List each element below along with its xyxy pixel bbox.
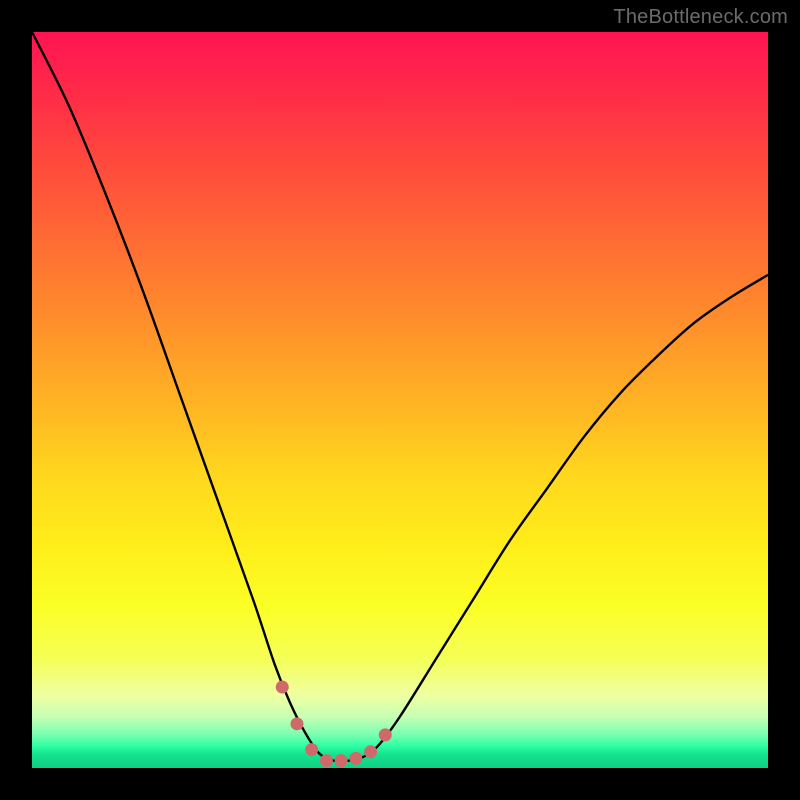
chart-plot-area [32, 32, 768, 768]
minimum-marker [349, 752, 362, 765]
bottleneck-curve [32, 32, 768, 761]
chart-frame: TheBottleneck.com [0, 0, 800, 800]
watermark-text: TheBottleneck.com [613, 6, 788, 29]
minimum-marker [276, 681, 289, 694]
minimum-marker [364, 745, 377, 758]
minimum-marker [335, 754, 348, 767]
minimum-marker [305, 743, 318, 756]
minimum-marker [379, 728, 392, 741]
chart-svg [32, 32, 768, 768]
curve-minimum-markers [276, 681, 392, 768]
minimum-marker [290, 717, 303, 730]
minimum-marker [320, 754, 333, 767]
